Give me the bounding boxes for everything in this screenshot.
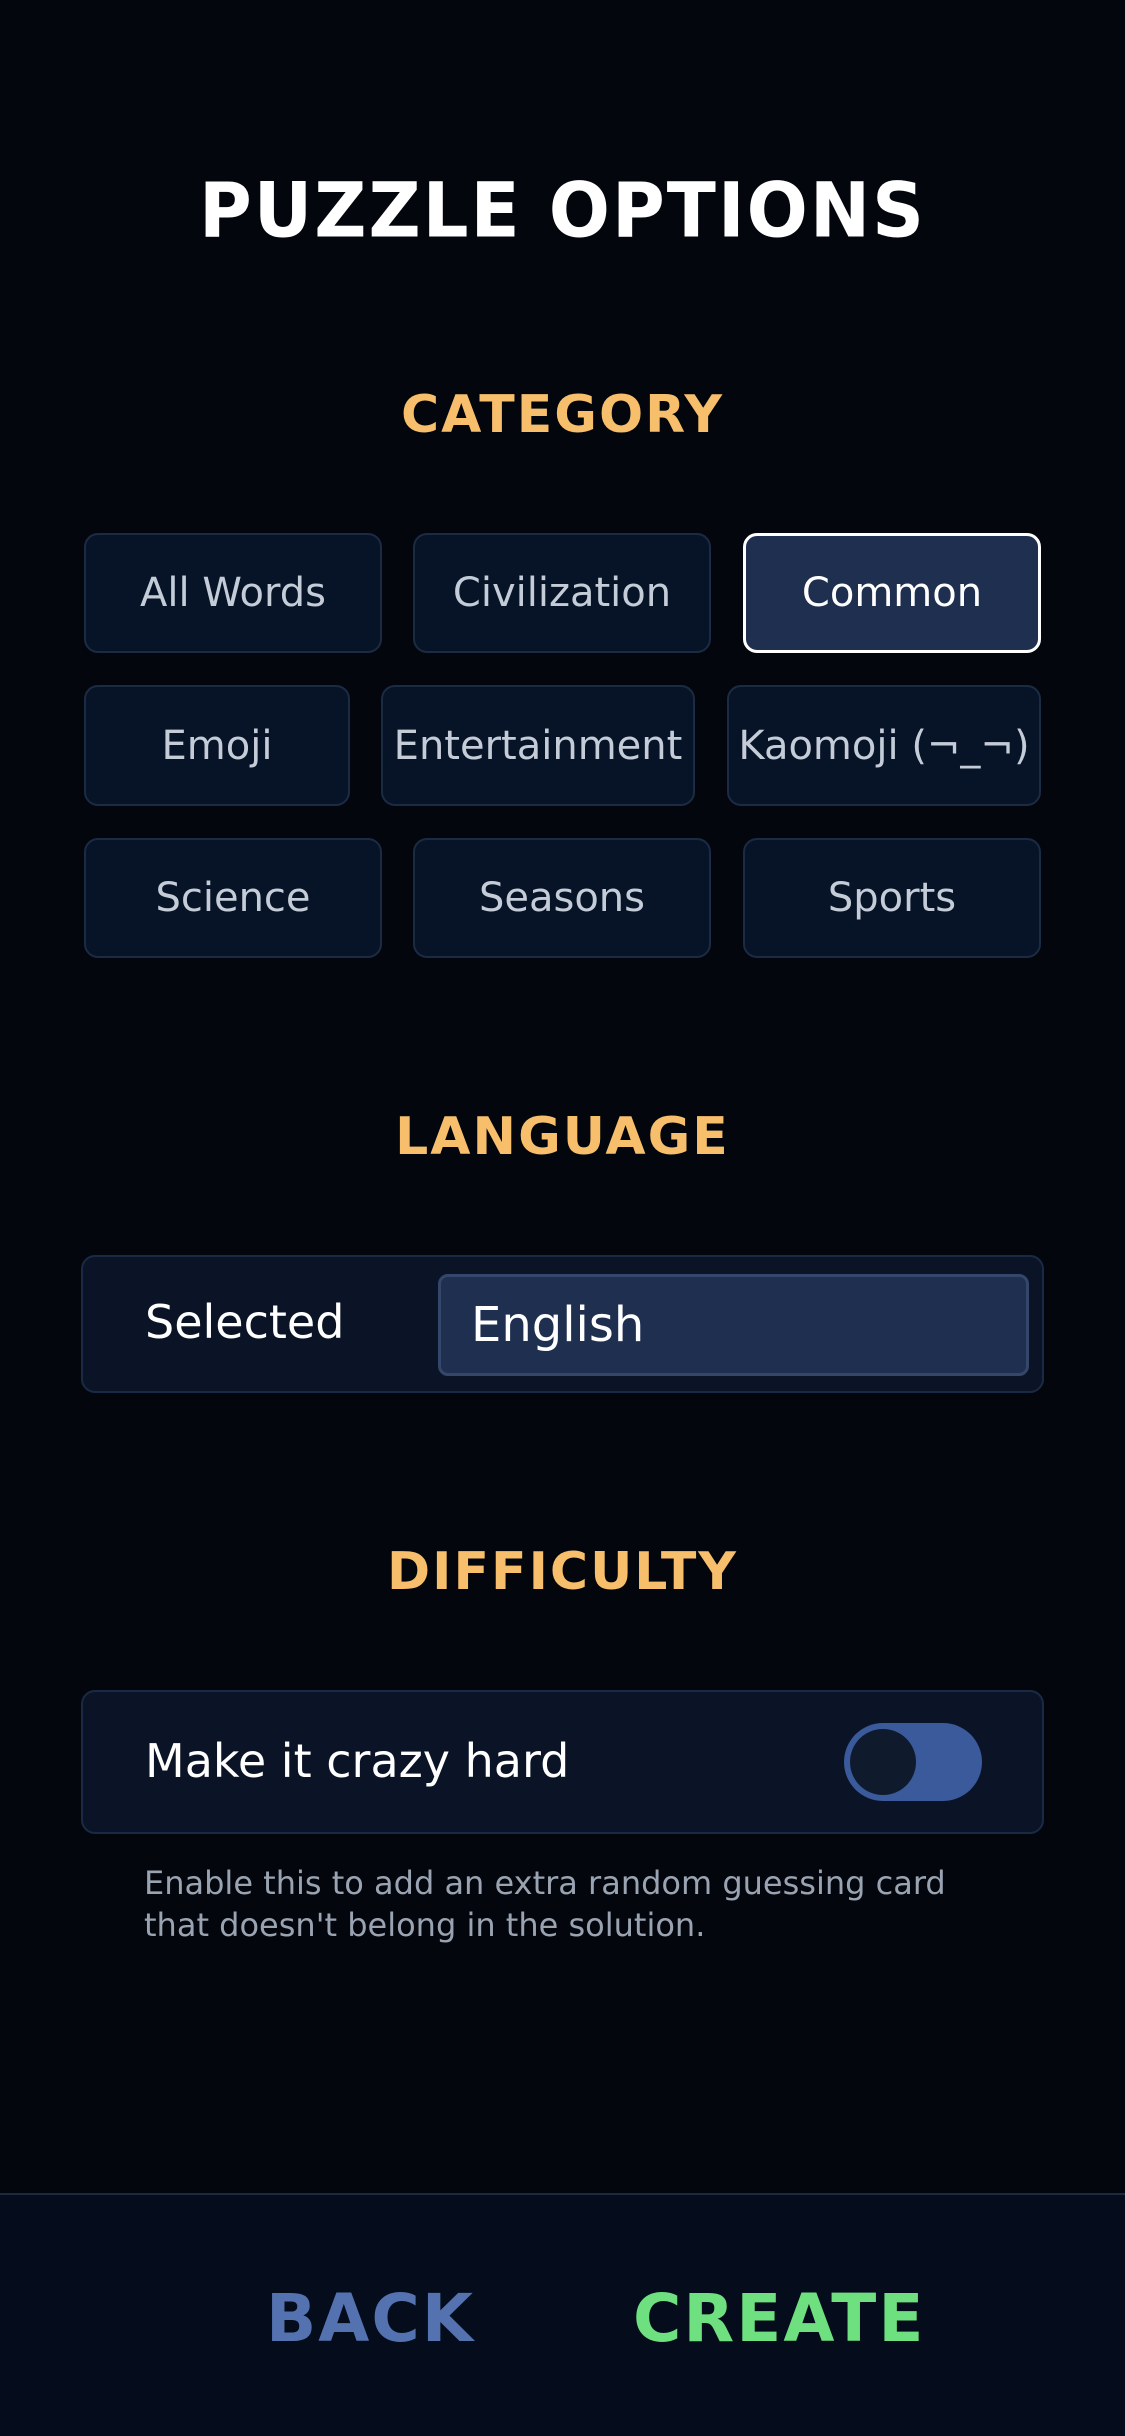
language-label: Selected: [145, 1295, 345, 1349]
category-option-all-words[interactable]: All Words: [84, 533, 382, 653]
category-option-emoji[interactable]: Emoji: [84, 685, 350, 806]
difficulty-panel: Make it crazy hard: [81, 1690, 1044, 1834]
category-option-kaomoji[interactable]: Kaomoji (¬_¬): [727, 685, 1041, 806]
back-button[interactable]: BACK: [266, 2279, 475, 2359]
toggle-knob: [850, 1729, 916, 1795]
language-heading: LANGUAGE: [395, 1107, 730, 1167]
category-heading: CATEGORY: [400, 385, 725, 445]
difficulty-heading: DIFFICULTY: [387, 1542, 738, 1602]
crazy-hard-toggle[interactable]: [844, 1723, 982, 1801]
category-option-sports[interactable]: Sports: [743, 838, 1041, 958]
category-option-seasons[interactable]: Seasons: [413, 838, 711, 958]
difficulty-helper-text: Enable this to add an extra random guess…: [144, 1864, 946, 1944]
language-select[interactable]: English: [438, 1274, 1029, 1376]
category-option-common[interactable]: Common: [743, 533, 1041, 653]
create-button[interactable]: CREATE: [633, 2279, 925, 2359]
footer-bar: BACK CREATE: [0, 2193, 1125, 2436]
page-title: PUZZLE OPTIONS: [199, 165, 926, 255]
category-option-science[interactable]: Science: [84, 838, 382, 958]
category-option-civilization[interactable]: Civilization: [413, 533, 711, 653]
language-select-value: English: [471, 1297, 645, 1353]
category-option-entertainment[interactable]: Entertainment: [381, 685, 695, 806]
crazy-hard-label: Make it crazy hard: [145, 1734, 570, 1788]
language-panel: Selected English: [81, 1255, 1044, 1393]
